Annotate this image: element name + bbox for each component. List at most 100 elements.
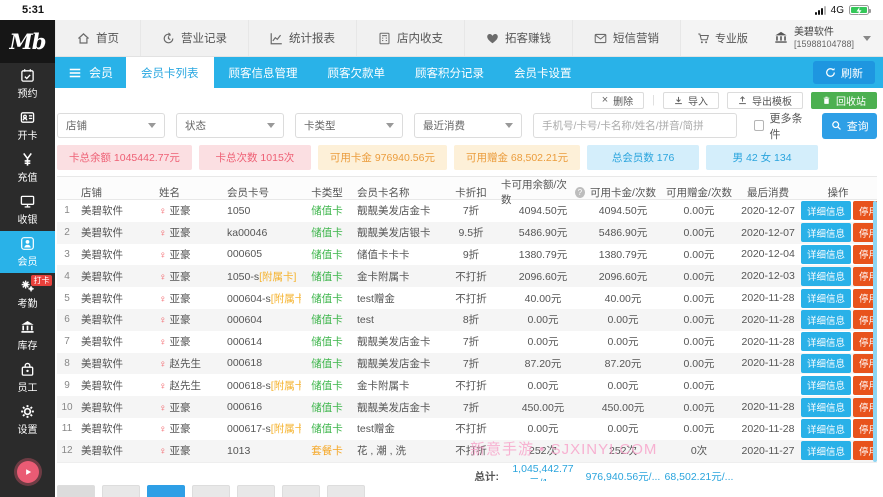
- tab-3[interactable]: 顾客积分记录: [400, 57, 499, 88]
- card-number-cell: 000604: [227, 313, 263, 326]
- gift-fund-cell: 0.00元: [683, 270, 715, 283]
- table-row[interactable]: 11 美碧软件 ♀亚豪 000617-s[附属卡] 储值卡 test赠金 不打折…: [57, 418, 877, 440]
- sidebar-item-gear[interactable]: 设置: [0, 399, 55, 441]
- top-nav-item-ledger[interactable]: 店内收支: [357, 20, 465, 56]
- page-button-0[interactable]: [57, 485, 95, 497]
- stat-label: 可用赠金 68,502.21元: [465, 152, 569, 164]
- table-row[interactable]: 12 美碧软件 ♀ 亚豪 1013 套餐卡 花 , 潮 , 洗 不打折 252次 …: [57, 439, 877, 462]
- sidebar-item-label: 充值: [17, 173, 38, 184]
- name-cell: ♀ 亚豪: [159, 445, 191, 458]
- stat-label: 卡总次数 1015次: [215, 152, 295, 164]
- detail-info-button[interactable]: 详细信息: [801, 441, 852, 461]
- filter-dropdown-1[interactable]: 状态: [176, 113, 284, 138]
- filter-dropdown-2[interactable]: 卡类型: [295, 113, 403, 138]
- table-scrollbar[interactable]: [873, 201, 877, 462]
- detail-info-button[interactable]: 详细信息: [801, 288, 852, 308]
- table-row[interactable]: 10 美碧软件 ♀ 亚豪 000616 储值卡 靓靓美发店金卡 7折 450.00…: [57, 396, 877, 418]
- top-nav-item-label: 拓客赚钱: [505, 33, 551, 45]
- table-row[interactable]: 6 美碧软件 ♀ 亚豪 000604 储值卡 test 8折 0.00元 0.00…: [57, 308, 877, 331]
- chevron-down-icon: [505, 123, 513, 128]
- import-button[interactable]: 导入: [663, 91, 719, 109]
- table-row[interactable]: 3 美碧软件 ♀ 亚豪 000605 储值卡 储值卡卡卡 9折 1380.79元 …: [57, 244, 877, 266]
- play-icon: [23, 467, 33, 477]
- sidebar-item-bank[interactable]: 库存: [0, 315, 55, 357]
- content-panel: × 删除 | 导入 导出模板 回收站 店铺 状态 卡类型 最近消费 手机号/卡号…: [55, 88, 883, 497]
- help-icon[interactable]: ?: [574, 186, 585, 198]
- table-row[interactable]: 7 美碧软件 ♀ 亚豪 000614 储值卡 靓靓美发店金卡 7折 0.00元 0…: [57, 331, 877, 353]
- account-info: 美碧软件 [15988104788]: [794, 27, 854, 49]
- card-type-cell: 储值卡: [311, 248, 343, 261]
- page-button-3[interactable]: [192, 485, 230, 497]
- sidebar-item-monitor[interactable]: 收银: [0, 189, 55, 231]
- table-row[interactable]: 5 美碧软件 ♀亚豪 000604-s[附属卡] 储值卡 test赠金 不打折 …: [57, 287, 877, 309]
- female-icon: ♀: [159, 206, 167, 218]
- gift-fund-cell: 0次: [690, 445, 708, 458]
- top-nav-item-history[interactable]: 营业记录: [141, 20, 249, 56]
- tab-1[interactable]: 顾客信息管理: [214, 57, 313, 88]
- card-name-cell: 储值卡卡卡: [357, 248, 410, 261]
- delete-button[interactable]: × 删除: [590, 91, 645, 109]
- page-button-6[interactable]: [327, 485, 365, 497]
- recycle-bin-button[interactable]: 回收站: [811, 91, 877, 109]
- detail-info-button[interactable]: 详细信息: [801, 353, 852, 373]
- more-conditions-toggle[interactable]: 更多条件: [753, 110, 811, 142]
- table-row[interactable]: 1 美碧软件 ♀ 亚豪 1050 储值卡 靓靓美发店金卡 7折 4094.50元 …: [57, 200, 877, 222]
- card-type-cell: 储值卡: [311, 357, 343, 370]
- table-row[interactable]: 9 美碧软件 ♀赵先生 000618-s[附属卡] 储值卡 金卡附属卡 不打折 …: [57, 374, 877, 396]
- pro-version-button[interactable]: 专业版: [683, 20, 762, 56]
- detail-info-button[interactable]: 详细信息: [801, 244, 852, 264]
- gear-icon: [20, 404, 35, 419]
- top-nav-item-heart[interactable]: 拓客赚钱: [465, 20, 573, 56]
- sidebar-item-label: 会员: [17, 257, 38, 268]
- top-nav-item-home[interactable]: 首页: [55, 20, 141, 56]
- sidebar-item-yen[interactable]: 充值: [0, 147, 55, 189]
- page-button-4[interactable]: [237, 485, 275, 497]
- dropdown-value: 店铺: [66, 120, 87, 132]
- sidebar-item-member[interactable]: 会员: [0, 231, 55, 273]
- page-button-5[interactable]: [282, 485, 320, 497]
- sidebar-item-calendar[interactable]: 预约: [0, 63, 55, 105]
- refresh-button[interactable]: 刷新: [813, 61, 875, 84]
- table-row[interactable]: 8 美碧软件 ♀ 赵先生 000618 储值卡 靓靓美发店金卡 7折 87.20元…: [57, 352, 877, 375]
- discount-cell: 8折: [462, 314, 480, 327]
- row-number: 9: [64, 379, 70, 391]
- card-type-cell: 套餐卡: [311, 445, 343, 458]
- search-input[interactable]: [533, 113, 737, 138]
- detail-info-button[interactable]: 详细信息: [801, 397, 852, 417]
- detail-info-button[interactable]: 详细信息: [801, 310, 852, 330]
- sidebar-item-gears[interactable]: 打卡 考勤: [0, 273, 55, 315]
- card-number-cell: 000616: [227, 401, 263, 414]
- tab-0[interactable]: 会员卡列表: [126, 57, 214, 88]
- play-button[interactable]: [16, 461, 39, 483]
- query-button[interactable]: 查询: [822, 112, 877, 139]
- name-cell: ♀ 亚豪: [159, 423, 191, 436]
- detail-info-button[interactable]: 详细信息: [801, 419, 852, 439]
- top-nav-item-envelope[interactable]: 短信营销: [573, 20, 681, 56]
- tab-4[interactable]: 会员卡设置: [499, 57, 587, 88]
- stat-label: 卡总余额 1045442.77元: [69, 152, 180, 164]
- detail-info-button[interactable]: 详细信息: [801, 332, 852, 352]
- page-button-2[interactable]: [147, 485, 185, 497]
- sidebar-item-id-card[interactable]: 开卡: [0, 105, 55, 147]
- detail-info-button[interactable]: 详细信息: [801, 266, 852, 286]
- network-label: 4G: [830, 4, 844, 16]
- account-menu[interactable]: 美碧软件 [15988104788]: [762, 20, 883, 56]
- gift-fund-cell: 0.00元: [683, 292, 715, 305]
- table-row[interactable]: 2 美碧软件 ♀ 亚豪 ka00046 储值卡 靓靓美发店银卡 9.5折 5486…: [57, 221, 877, 244]
- page-button-1[interactable]: [102, 485, 140, 497]
- status-indicators: 4G: [814, 4, 871, 16]
- filter-dropdown-3[interactable]: 最近消费: [414, 113, 522, 138]
- filter-dropdown-0[interactable]: 店铺: [57, 113, 165, 138]
- sidebar-item-bag[interactable]: 员工: [0, 357, 55, 399]
- card-number-cell: 000617-s[附属卡]: [223, 421, 301, 436]
- detail-info-button[interactable]: 详细信息: [801, 375, 852, 395]
- export-template-button[interactable]: 导出模板: [727, 91, 803, 109]
- table-row[interactable]: 4 美碧软件 ♀ 亚豪 1050-s[附属卡] 储值卡 金卡附属卡 不打折 209…: [57, 265, 877, 288]
- tab-2[interactable]: 顾客欠款单: [313, 57, 401, 88]
- checkbox-icon[interactable]: [753, 120, 765, 131]
- detail-info-button[interactable]: 详细信息: [801, 223, 852, 243]
- module-menu[interactable]: 会员: [55, 57, 126, 88]
- last-spend-cell: 2020-11-28: [741, 422, 795, 435]
- top-nav-item-chart[interactable]: 统计报表: [249, 20, 357, 56]
- detail-info-button[interactable]: 详细信息: [801, 201, 852, 221]
